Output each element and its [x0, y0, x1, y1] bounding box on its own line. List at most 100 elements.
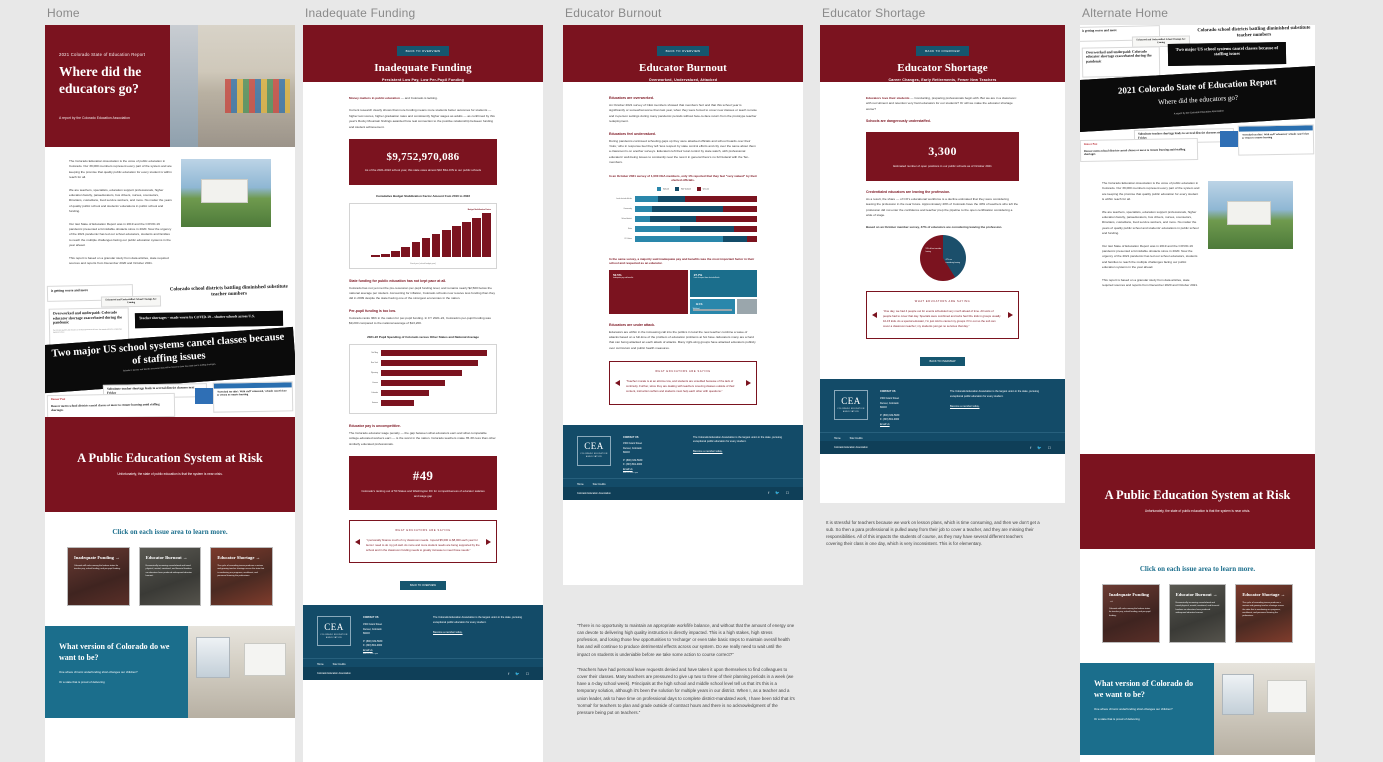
burnout-quote-carousel[interactable]: WHAT EDUCATORS ARE SAYING “Teacher moral…	[609, 361, 757, 405]
card-desc-funding: Colorado still ranks among the bottom st…	[74, 565, 121, 571]
card-title-shortage: Educator Shortage	[217, 555, 255, 561]
chart-row: State	[609, 225, 757, 232]
footer-bottom-bar: Colorado Education Association f 🐦 ☐	[820, 441, 1065, 455]
funding-quote-text: “I personally finance much of my classro…	[366, 538, 480, 552]
back-to-overview-button-bottom[interactable]: BACK TO OVERVIEW	[919, 357, 966, 367]
facebook-icon[interactable]: f	[1030, 446, 1031, 450]
instagram-icon[interactable]: ☐	[786, 491, 789, 495]
news-clip-5: Two major US school systems cancel class…	[1167, 41, 1287, 67]
artboard-inadequate-funding[interactable]: BACK TO OVERVIEW Inadequate Funding Pers…	[303, 25, 543, 762]
issue-card-inadequate-funding[interactable]: Inadequate Funding → Colorado still rank…	[67, 547, 130, 607]
footer-nav-home[interactable]: Home	[317, 663, 324, 666]
back-to-overview-button[interactable]: BACK TO OVERVIEW	[396, 46, 450, 56]
artboard-label-home[interactable]: Home	[45, 0, 295, 25]
funding-perpupil-chart: 2021-22 Pupil Spending of Colorado versu…	[349, 335, 497, 414]
artboard-educator-burnout[interactable]: BACK TO OVERVIEW Educator Burnout Overwo…	[563, 25, 803, 585]
artboard-label-inadequate-funding[interactable]: Inadequate Funding	[303, 0, 543, 25]
chart-row: School district	[609, 215, 757, 222]
back-to-overview-button[interactable]: BACK TO OVERVIEW	[656, 46, 710, 56]
issue-card-educator-shortage[interactable]: Educator Shortage → The cycle of cascadi…	[210, 547, 274, 607]
footer-contact: CONTACT US 1500 Grant Street Denver, Col…	[363, 616, 421, 656]
shortage-stat-box: 3,300 Estimated number of open positions…	[866, 132, 1019, 181]
footer-cta-link[interactable]: Become a member today.	[693, 450, 789, 455]
issue-card-inadequate-funding[interactable]: Inadequate Funding → Colorado still rank…	[1102, 584, 1160, 644]
footer-cta-link[interactable]: Become a member today.	[433, 631, 529, 636]
footer-nav: Home Site Credits	[303, 658, 543, 666]
artboard-home[interactable]: 2021 Colorado State of Education Report …	[45, 25, 295, 762]
shortage-quote-carousel[interactable]: WHAT EDUCATORS ARE SAYING “One day, we h…	[866, 291, 1019, 340]
issue-card-educator-shortage[interactable]: Educator Shortage → The cycle of cascadi…	[1235, 584, 1294, 644]
news-clip-9: 'Stretched too thin': With staff 'exhaus…	[1237, 124, 1315, 156]
issue-card-educator-burnout[interactable]: Educator Burnout → Economically increasi…	[138, 547, 202, 607]
card-arrow-icon: →	[255, 555, 261, 561]
home-issue-cards: Inadequate Funding → Colorado still rank…	[67, 547, 274, 607]
instagram-icon[interactable]: ☐	[1048, 446, 1051, 450]
funding-page-hero: BACK TO OVERVIEW Inadequate Funding Pers…	[303, 25, 543, 82]
shortage-sec3-body: As a result, the share — of CO's educati…	[866, 196, 1019, 218]
news-clip-2: Exhausted and Understaffed: School Closi…	[100, 294, 162, 308]
home-hero: 2021 Colorado State of Education Report …	[45, 25, 295, 147]
note-educator-burnout-2: “Teachers have had personal leave reques…	[577, 666, 795, 724]
burnout-chart2-title: In the same survey, a majority said inad…	[609, 256, 755, 265]
funding-sec2-body: Colorado has not yet met the pre-recessi…	[349, 285, 496, 301]
twitter-icon[interactable]: 🐦	[515, 672, 519, 676]
althome-vision-p1: One where chronic underfunding short-cha…	[1094, 706, 1173, 711]
back-to-overview-button[interactable]: BACK TO OVERVIEW	[916, 46, 969, 56]
carousel-next-arrow-icon[interactable]	[486, 538, 491, 545]
facebook-icon[interactable]: f	[768, 491, 769, 495]
footer-copyright: Colorado Education Association	[317, 672, 351, 676]
footer-nav: Home Site Credits	[563, 477, 803, 486]
artboard-alternate-home[interactable]: is getting worse and more Exhausted and …	[1080, 25, 1315, 762]
footer-cta-link[interactable]: Become a member today.	[950, 405, 1051, 410]
home-risk-title: A Public Education System at Risk	[77, 450, 263, 465]
legend-swatch-not-valued	[674, 186, 679, 191]
funding-chart-bars	[355, 212, 491, 257]
note-burnout-text-1: “There is no opportunity to maintain an …	[577, 623, 795, 657]
news-clip-3: Colorado school districts battling dimin…	[164, 283, 294, 306]
treemap-block-respect: 27.7% Lack of respect from elected offic…	[689, 269, 757, 297]
footer-contact: CONTACT US 1500 Grant Street Denver, Col…	[623, 436, 681, 476]
carousel-prev-arrow-icon[interactable]	[615, 379, 620, 386]
footer-nav-site-credits[interactable]: Site Credits	[333, 663, 346, 666]
twitter-icon[interactable]: 🐦	[1037, 446, 1041, 450]
funding-quote-carousel[interactable]: WHAT EDUCATORS ARE SAYING “I personally …	[349, 520, 497, 564]
shortage-stat-caption: Estimated number of open positions in ou…	[893, 164, 992, 169]
artboard-label-educator-burnout[interactable]: Educator Burnout	[563, 0, 803, 25]
home-risk-band: A Public Education System at Risk Unfort…	[45, 416, 295, 513]
burnout-quote-eyebrow: WHAT EDUCATORS ARE SAYING	[655, 370, 711, 374]
carousel-prev-arrow-icon[interactable]	[872, 312, 877, 319]
artboard-educator-shortage[interactable]: BACK TO OVERVIEW Educator Shortage Caree…	[820, 25, 1065, 503]
note-burnout-text-2: “Teachers have had personal leave reques…	[577, 667, 795, 715]
funding-chart-legend: Budget Stabilization Factor	[467, 208, 491, 211]
facebook-icon[interactable]: f	[508, 672, 509, 676]
funding-title: Inadequate Funding	[374, 62, 472, 74]
twitter-icon[interactable]: 🐦	[775, 491, 779, 495]
instagram-icon[interactable]: ☐	[526, 672, 529, 676]
artboard-label-alternate-home[interactable]: Alternate Home	[1080, 0, 1315, 25]
footer-hours: Mon–Fri 8am–5pm	[363, 653, 379, 656]
burnout-sec2-body: During pandemic-continued schooling gaps…	[609, 138, 756, 165]
funding-budget-chart: Cumulative Budget Stabilization Factor A…	[349, 194, 497, 269]
news-clip-thumb	[195, 387, 213, 404]
home-issues-title: Click on each issue area to learn more.	[112, 528, 228, 537]
artboard-label-educator-shortage[interactable]: Educator Shortage	[820, 0, 1065, 25]
burnout-chart1-rows: Local elected officials Community School…	[609, 195, 757, 242]
carousel-next-arrow-icon[interactable]	[1008, 312, 1013, 319]
carousel-next-arrow-icon[interactable]	[746, 379, 751, 386]
back-to-overview-button-bottom[interactable]: BACK TO OVERVIEW	[400, 581, 446, 591]
shortage-stat-number: 3,300	[928, 144, 957, 159]
footer-email-link[interactable]: Email Us	[880, 423, 938, 428]
legend-swatch-valued	[656, 186, 661, 191]
althome-intro-p3: Our last State of Education Report was i…	[1102, 243, 1198, 270]
carousel-prev-arrow-icon[interactable]	[355, 538, 360, 545]
home-hero-text: 2021 Colorado State of Education Report …	[45, 25, 170, 147]
issue-card-educator-burnout[interactable]: Educator Burnout → Economically increasi…	[1168, 584, 1227, 644]
footer-mission: The Colorado Education Association is th…	[950, 390, 1051, 427]
funding-quote-eyebrow: WHAT EDUCATORS ARE SAYING	[395, 529, 451, 533]
home-intro-p3: Our last State of Education Report was i…	[69, 221, 172, 248]
althome-spacer	[1080, 306, 1315, 454]
althome-risk-band: A Public Education System at Risk Unfort…	[1080, 453, 1315, 550]
home-hero-title: Where did the educators go?	[59, 64, 142, 96]
home-issues-section: Click on each issue area to learn more. …	[45, 512, 295, 627]
artboard-column-inadequate-funding: Inadequate Funding BACK TO OVERVIEW Inad…	[303, 0, 543, 762]
